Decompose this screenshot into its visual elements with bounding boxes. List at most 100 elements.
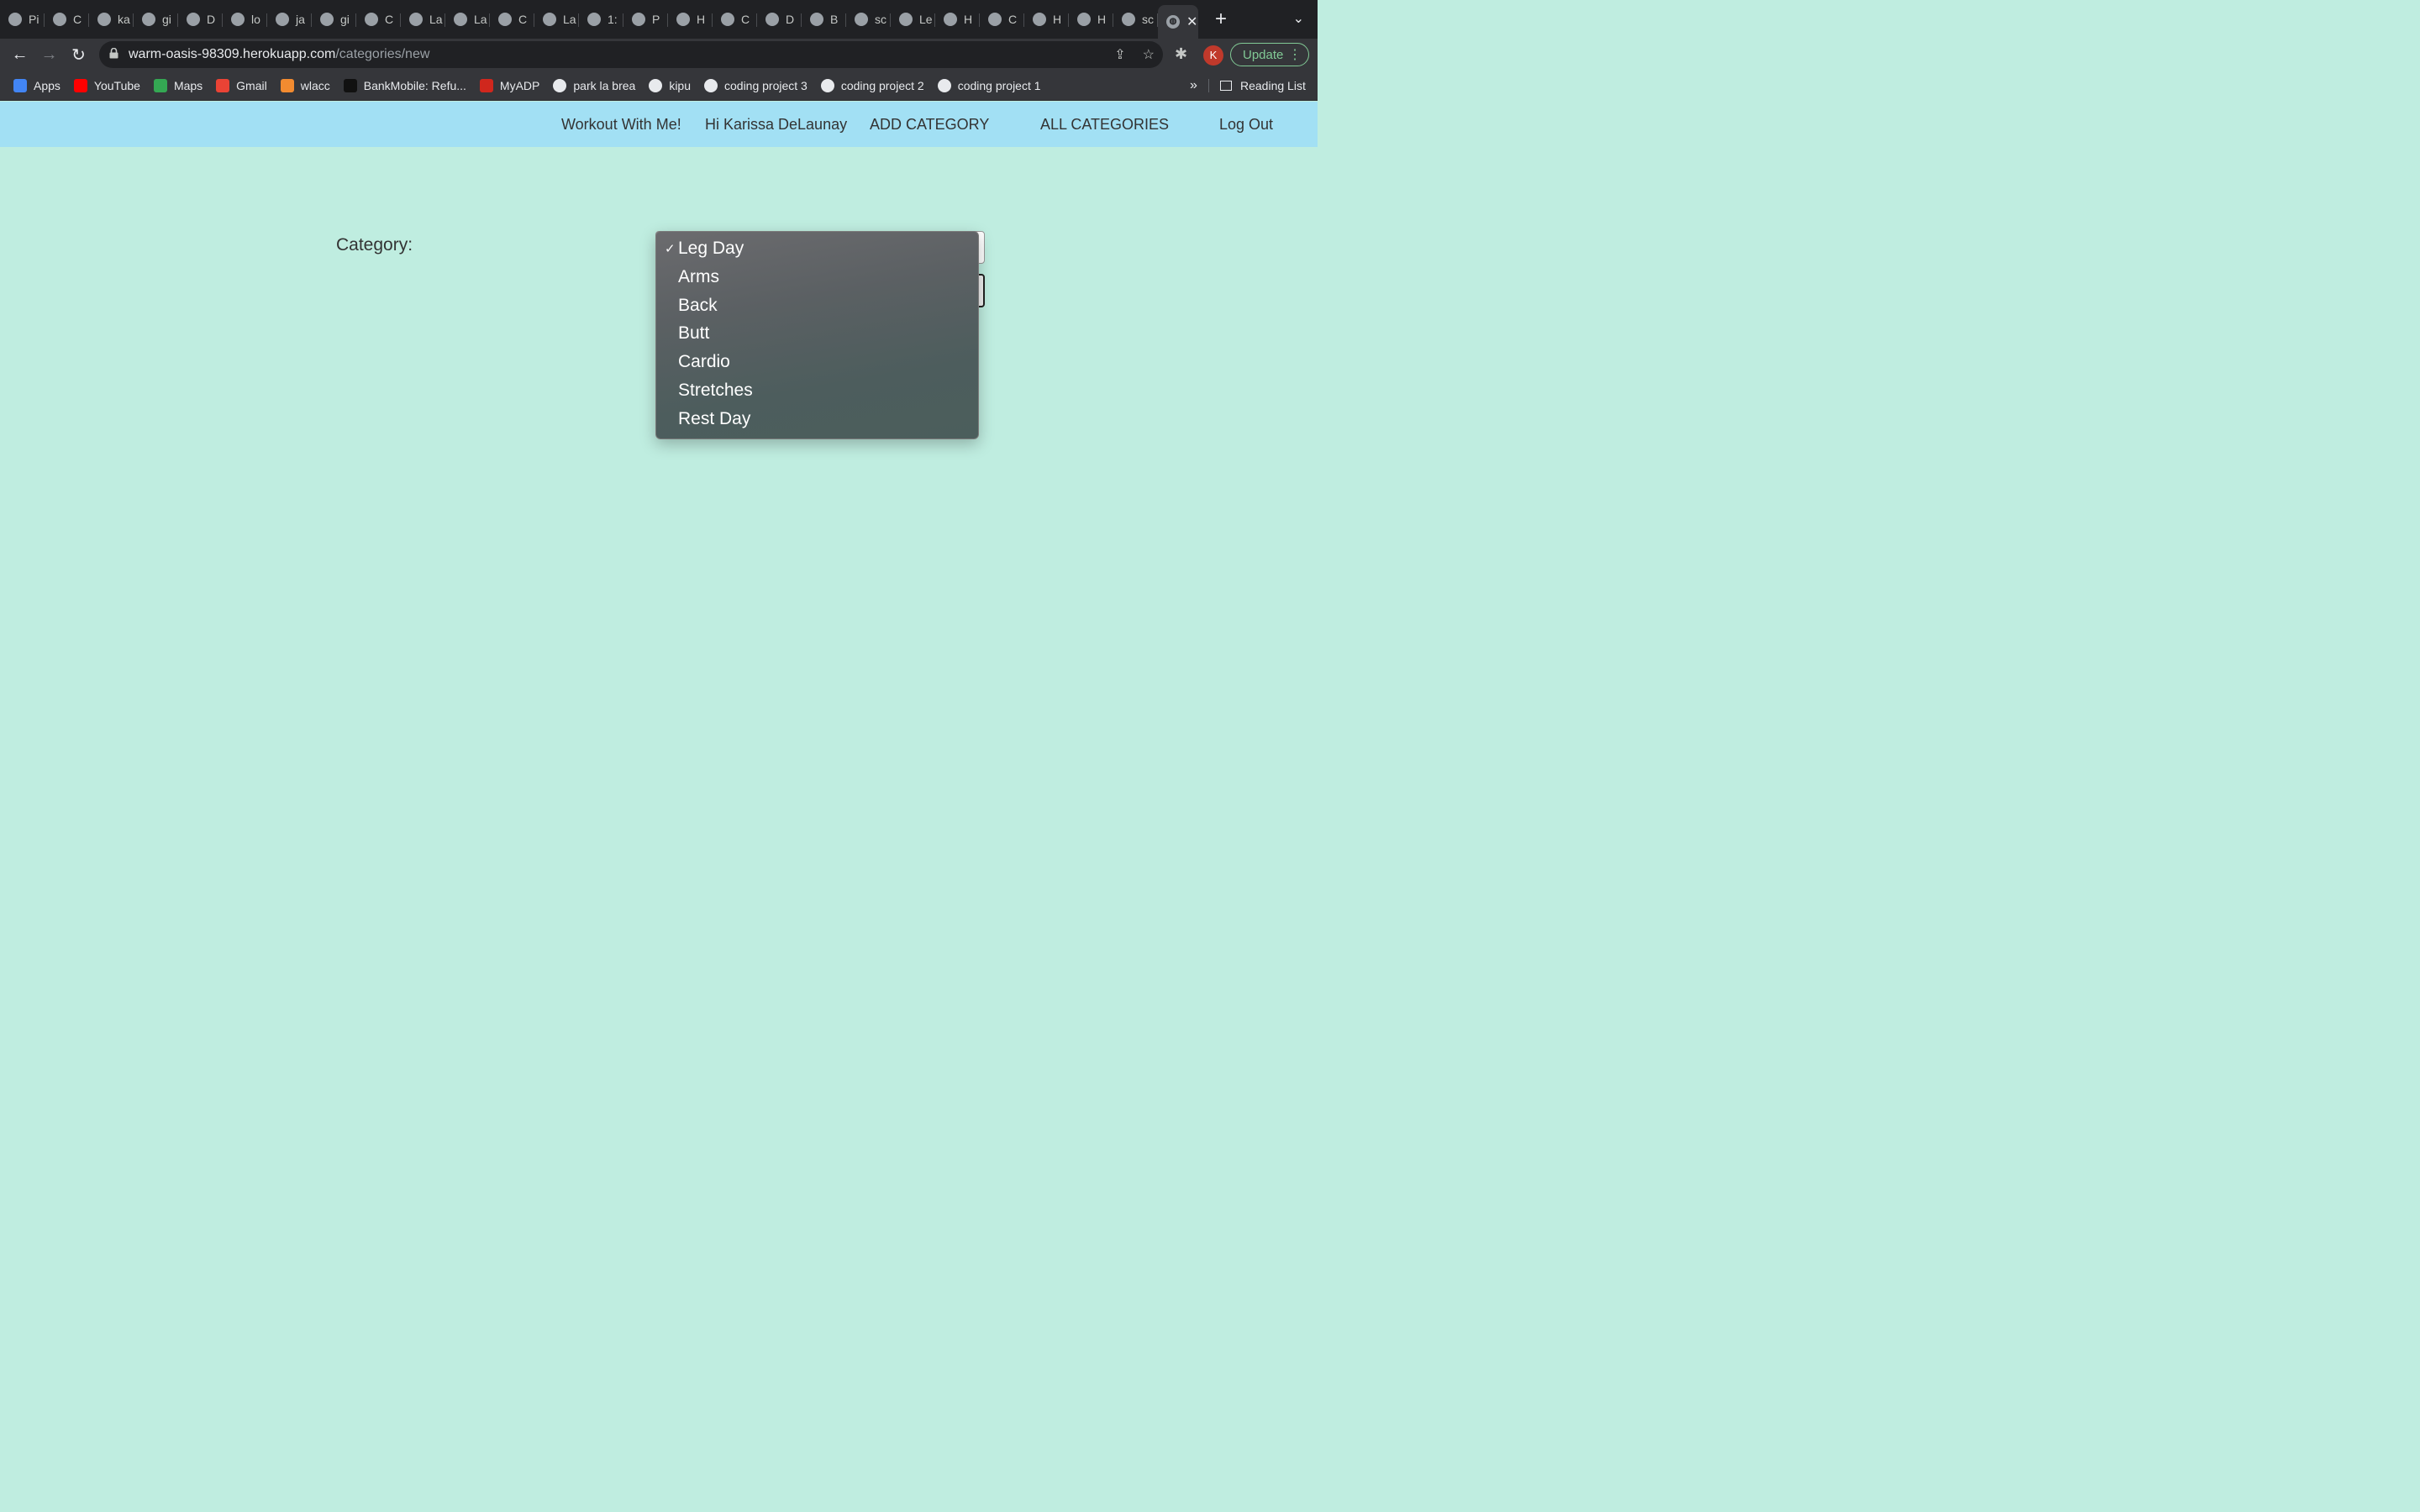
bookmark-star-icon[interactable]: ☆ xyxy=(1143,46,1155,63)
bookmark-item[interactable]: Gmail xyxy=(216,78,267,92)
tab-title: La xyxy=(563,13,576,26)
user-greeting[interactable]: Hi Karissa DeLaunay xyxy=(705,116,847,134)
share-icon[interactable]: ⇪ xyxy=(1114,46,1125,63)
add-category-link[interactable]: ADD CATEGORY xyxy=(870,116,989,134)
new-tab-button[interactable]: + xyxy=(1215,8,1227,31)
browser-tab[interactable]: sc xyxy=(1113,5,1158,34)
github-icon xyxy=(855,13,868,26)
dropdown-option[interactable]: Butt xyxy=(678,323,709,344)
tab-title: C xyxy=(385,13,394,26)
bookmark-favicon-icon xyxy=(343,78,357,92)
bookmark-item[interactable]: coding project 1 xyxy=(937,78,1041,92)
bookmark-list: Apps YouTube Maps Gmail wlacc BankMobile: Ref… xyxy=(0,78,1041,92)
option-label: Butt xyxy=(678,323,710,344)
back-button[interactable]: ← xyxy=(5,45,34,65)
tab-title: C xyxy=(741,13,750,26)
more-bookmarks-icon[interactable]: » xyxy=(1190,78,1197,93)
url-host: warm-oasis-98309.herokuapp.com xyxy=(129,47,336,61)
browser-tab[interactable]: La xyxy=(534,5,579,34)
browser-tab[interactable]: ka xyxy=(89,5,134,34)
browser-tab[interactable]: H xyxy=(668,5,713,34)
browser-tab[interactable]: gi xyxy=(312,5,356,34)
browser-tab[interactable]: gi xyxy=(134,5,178,34)
dropdown-option[interactable]: Back xyxy=(678,296,718,316)
category-label: Category: xyxy=(336,235,413,255)
bookmark-item[interactable]: coding project 2 xyxy=(820,78,924,92)
bookmark-item[interactable]: wlacc xyxy=(280,78,330,92)
bookmark-item[interactable]: YouTube xyxy=(73,78,140,92)
bookmark-favicon-icon xyxy=(280,78,294,92)
logout-link[interactable]: Log Out xyxy=(1219,116,1273,134)
browser-tab[interactable]: lo xyxy=(223,5,267,34)
browser-tab[interactable]: C xyxy=(980,5,1024,34)
bookmark-item[interactable]: MyADP xyxy=(479,78,539,92)
bookmark-item[interactable]: coding project 3 xyxy=(704,78,808,92)
bookmark-item[interactable]: park la brea xyxy=(553,78,635,92)
browser-tab-strip: Pi Cka gi Dlo ja gi C La La C La 1: P H C D Bsc Le H C H Hsc … xyxy=(0,0,1318,39)
browser-tab[interactable]: C xyxy=(490,5,534,34)
tab-active[interactable]: ◍ ✕ xyxy=(1158,5,1198,39)
brand-link[interactable]: Workout With Me! xyxy=(561,116,681,134)
update-label: Update xyxy=(1243,47,1284,62)
tab-title: sc xyxy=(875,13,886,26)
browser-toolbar: ← → ↻ warm-oasis-98309.herokuapp.com/cat… xyxy=(0,39,1318,71)
tab-title: H xyxy=(1097,13,1107,26)
bookmark-favicon-icon xyxy=(820,78,834,92)
browser-tab[interactable]: C xyxy=(45,5,89,34)
bookmark-item[interactable]: kipu xyxy=(649,78,691,92)
tab-title: P xyxy=(652,13,660,26)
browser-tab[interactable]: 1: xyxy=(579,5,623,34)
tab-search-icon[interactable]: ⌄ xyxy=(1293,10,1304,27)
dropdown-option[interactable]: Rest Day xyxy=(678,409,750,429)
dropdown-option[interactable]: ✓ Leg Day xyxy=(665,239,744,259)
browser-tab[interactable]: B xyxy=(802,5,846,34)
checkmark-icon: ✓ xyxy=(665,242,676,256)
reload-button[interactable]: ↻ xyxy=(64,45,93,66)
browser-tab[interactable]: La xyxy=(401,5,445,34)
browser-tab[interactable]: La xyxy=(445,5,490,34)
bookmark-item[interactable]: BankMobile: Refu... xyxy=(343,78,466,92)
tab-title: La xyxy=(429,13,443,26)
bookmark-favicon-icon xyxy=(13,78,27,92)
tab-title: C xyxy=(1008,13,1018,26)
globe-icon xyxy=(409,13,423,26)
forward-button[interactable]: → xyxy=(34,45,64,65)
dropdown-option[interactable]: Arms xyxy=(678,267,719,287)
reading-list-button[interactable]: Reading List xyxy=(1220,79,1306,92)
browser-tab[interactable]: H xyxy=(1024,5,1069,34)
address-bar[interactable]: warm-oasis-98309.herokuapp.com/categorie… xyxy=(99,41,1163,68)
extensions-puzzle-icon[interactable]: ✱ xyxy=(1175,45,1187,63)
browser-tab[interactable]: D xyxy=(757,5,802,34)
tab-list: Pi Cka gi Dlo ja gi C La La C La 1: P H C D Bsc Le H C H Hsc xyxy=(0,5,1158,34)
dropdown-option[interactable]: Cardio xyxy=(678,352,730,372)
bookmark-label: coding project 3 xyxy=(724,78,808,92)
tab-title: H xyxy=(1053,13,1062,26)
zoom-icon xyxy=(632,13,645,26)
leaf-icon xyxy=(187,13,200,26)
profile-avatar[interactable]: K xyxy=(1203,45,1223,66)
trello-icon xyxy=(8,13,22,26)
browser-tab[interactable]: H xyxy=(935,5,980,34)
lock-icon[interactable] xyxy=(109,47,118,61)
tab-title: C xyxy=(73,13,82,26)
browser-tab[interactable]: Le xyxy=(891,5,935,34)
dropdown-option[interactable]: Stretches xyxy=(678,381,753,401)
all-categories-link[interactable]: ALL CATEGORIES xyxy=(1040,116,1169,134)
bookmark-item[interactable]: Apps xyxy=(13,78,60,92)
bookmark-favicon-icon xyxy=(704,78,718,92)
browser-tab[interactable]: H xyxy=(1069,5,1113,34)
browser-tab[interactable]: D xyxy=(178,5,223,34)
bookmark-item[interactable]: Maps xyxy=(153,78,203,92)
browser-tab[interactable]: ja xyxy=(267,5,312,34)
browser-tab[interactable]: sc xyxy=(846,5,891,34)
browser-tab[interactable]: C xyxy=(356,5,401,34)
tab-title: Pi xyxy=(29,13,39,26)
close-tab-icon[interactable]: ✕ xyxy=(1186,13,1197,30)
update-button[interactable]: Update ⋮ xyxy=(1230,43,1309,66)
browser-tab[interactable]: C xyxy=(713,5,757,34)
hex-icon xyxy=(810,13,823,26)
bookmark-label: Maps xyxy=(173,78,203,92)
browser-tab[interactable]: P xyxy=(623,5,668,34)
option-label: Rest Day xyxy=(678,408,751,428)
browser-tab[interactable]: Pi xyxy=(0,5,45,34)
